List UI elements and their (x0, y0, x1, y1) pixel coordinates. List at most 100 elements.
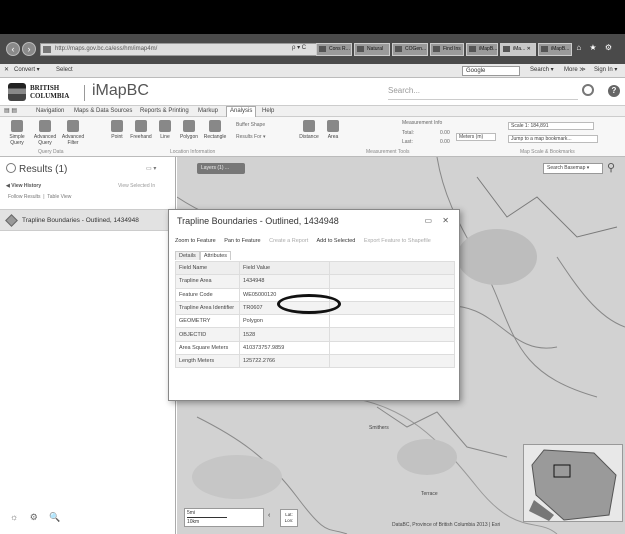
scale-select[interactable]: Scale 1: 184,891 (508, 122, 594, 130)
advanced-query-button[interactable]: Advanced Query (32, 120, 58, 146)
add-to-selected-link[interactable]: Add to Selected (317, 238, 356, 244)
table-view-link[interactable]: Table View (47, 194, 71, 200)
line-icon (159, 120, 171, 132)
browser-controls[interactable]: ⌂ ★ ⚙ (576, 43, 615, 52)
results-for-dropdown[interactable]: Results For ▾ (236, 134, 265, 140)
empty-cell (329, 287, 455, 302)
results-sublinks: Follow Results | Table View (8, 194, 72, 200)
zoom-to-feature-link[interactable]: Zoom to Feature (175, 238, 216, 244)
browser-bar: ‹ › http://maps.gov.bc.ca/ess/hm/imap4m/… (0, 34, 625, 64)
ribbon-toolbar: Simple Query Advanced Query Advanced Fil… (0, 117, 625, 157)
field-value: 1528 (239, 327, 330, 342)
browser-tab[interactable]: iMapB... (538, 43, 572, 56)
close-icon[interactable]: ✕ (4, 64, 9, 77)
browser-tab-active[interactable]: iMa... ✕ (500, 43, 536, 56)
pin-icon[interactable]: ⚲ (607, 161, 615, 174)
search-icon[interactable]: 🔍 (49, 512, 60, 522)
browser-tab[interactable]: Cons R... (316, 43, 352, 56)
total-value: 0.00 (440, 130, 450, 136)
tab-help[interactable]: Help (262, 107, 274, 116)
back-icon[interactable]: ‹ (6, 42, 20, 56)
select-button[interactable]: Select (56, 64, 73, 77)
line-button[interactable]: Line (152, 120, 178, 140)
tab-attributes[interactable]: Attributes (199, 251, 232, 260)
address-bar[interactable]: http://maps.gov.bc.ca/ess/hm/imap4m/ (40, 43, 320, 56)
polygon-feature-icon (5, 214, 18, 227)
collapse-arrow-icon[interactable]: ‹ (268, 512, 270, 519)
panel-controls[interactable]: ▭ ▾ (146, 165, 156, 172)
table-row: Area Square Meters 410373757.9859 (175, 340, 455, 356)
polygon-button[interactable]: Polygon (176, 120, 202, 140)
search-icon[interactable] (582, 84, 594, 96)
app-search-input[interactable]: Search... (388, 86, 578, 100)
browser-search-input[interactable]: Google (462, 66, 520, 76)
tab-maps-data[interactable]: Maps & Data Sources (74, 107, 132, 116)
line-label: Line (160, 134, 170, 140)
scale-km: 10km (187, 517, 227, 526)
area-button[interactable]: Area (320, 120, 346, 140)
browser-tab[interactable]: COGen... (392, 43, 428, 56)
popup-title: Trapline Boundaries - Outlined, 1434948 (177, 216, 339, 226)
basemap-select[interactable]: Search Basemap ▾ (543, 163, 603, 174)
results-title: Results (1) (6, 163, 67, 175)
overview-map[interactable] (523, 444, 623, 522)
browser-tab[interactable]: iMapB... (466, 43, 498, 56)
follow-results-link[interactable]: Follow Results (8, 194, 41, 200)
pan-to-feature-link[interactable]: Pan to Feature (224, 238, 260, 244)
tab-markup[interactable]: Markup (198, 107, 218, 116)
freehand-button[interactable]: Freehand (128, 120, 154, 140)
black-redaction-bar (0, 0, 625, 34)
tab-details[interactable]: Details (175, 251, 200, 260)
units-select[interactable]: Meters (m) (456, 133, 496, 141)
tab-reports[interactable]: Reports & Printing (140, 107, 189, 116)
popup-controls[interactable]: ▭ ✕ (425, 216, 453, 225)
browser-search-button[interactable]: Search ▾ (530, 64, 554, 77)
simple-query-button[interactable]: Simple Query (4, 120, 30, 146)
field-value: 1434948 (239, 274, 330, 289)
result-item-label: Trapline Boundaries - Outlined, 1434948 (22, 217, 139, 224)
more-button[interactable]: More ≫ (564, 64, 586, 77)
signin-button[interactable]: Sign In ▾ (594, 64, 617, 77)
scale-miles: 5mi (187, 510, 196, 516)
view-selected-link[interactable]: View Selected In (118, 183, 155, 189)
field-name: Trapline Area Identifier (175, 300, 240, 316)
last-label: Last: (402, 139, 413, 145)
address-url: http://maps.gov.bc.ca/ess/hm/imap4m/ (55, 46, 158, 52)
rectangle-icon (209, 120, 221, 132)
bookmark-select[interactable]: Jump to a map bookmark... (508, 135, 598, 143)
browser-tab[interactable]: Natural (354, 43, 390, 56)
field-name: Area Square Meters (175, 340, 240, 356)
polygon-icon (183, 120, 195, 132)
browser-tab[interactable]: Find Ins (430, 43, 464, 56)
buffer-shape-option[interactable]: Buffer Shape (236, 122, 265, 128)
group-label-scale: Map Scale & Bookmarks (520, 149, 575, 155)
advanced-filter-button[interactable]: Advanced Filter (60, 120, 86, 146)
tools-icon[interactable]: ⚙ (30, 512, 38, 522)
view-history-link[interactable]: ◀ View History (6, 183, 41, 189)
query-icon (11, 120, 23, 132)
address-tools[interactable]: ρ ▾ C (292, 44, 306, 51)
convert-button[interactable]: Convert ▾ (14, 64, 40, 77)
ribbon-menu-icon[interactable]: ▤ ▤ (4, 107, 17, 116)
popup-tabs: Details Attributes (175, 251, 232, 260)
tab-navigation[interactable]: Navigation (36, 107, 64, 116)
layers-button[interactable]: Layers (1) ... (197, 163, 245, 174)
map-attribution: DataBC, Province of British Columbia 201… (392, 522, 501, 528)
rectangle-label: Rectangle (203, 134, 227, 140)
field-name: Trapline Area (175, 274, 240, 289)
tab-analysis[interactable]: Analysis (226, 106, 257, 117)
freehand-icon (135, 120, 147, 132)
field-value: 410373757.9859 (239, 340, 330, 356)
forward-icon[interactable]: › (22, 42, 36, 56)
table-row: OBJECTID 1528 (175, 327, 455, 342)
point-button[interactable]: Point (104, 120, 130, 140)
settings-icon[interactable]: ☼ (10, 512, 18, 522)
field-value: 125722.2766 (239, 354, 330, 369)
distance-button[interactable]: Distance (296, 120, 322, 140)
result-list-item[interactable]: Trapline Boundaries - Outlined, 1434948 (0, 209, 175, 231)
advanced-query-label: Advanced Query (33, 134, 57, 146)
rectangle-button[interactable]: Rectangle (202, 120, 228, 140)
create-report-link: Create a Report (269, 238, 309, 244)
site-icon (43, 46, 51, 53)
help-icon[interactable]: ? (608, 85, 620, 97)
